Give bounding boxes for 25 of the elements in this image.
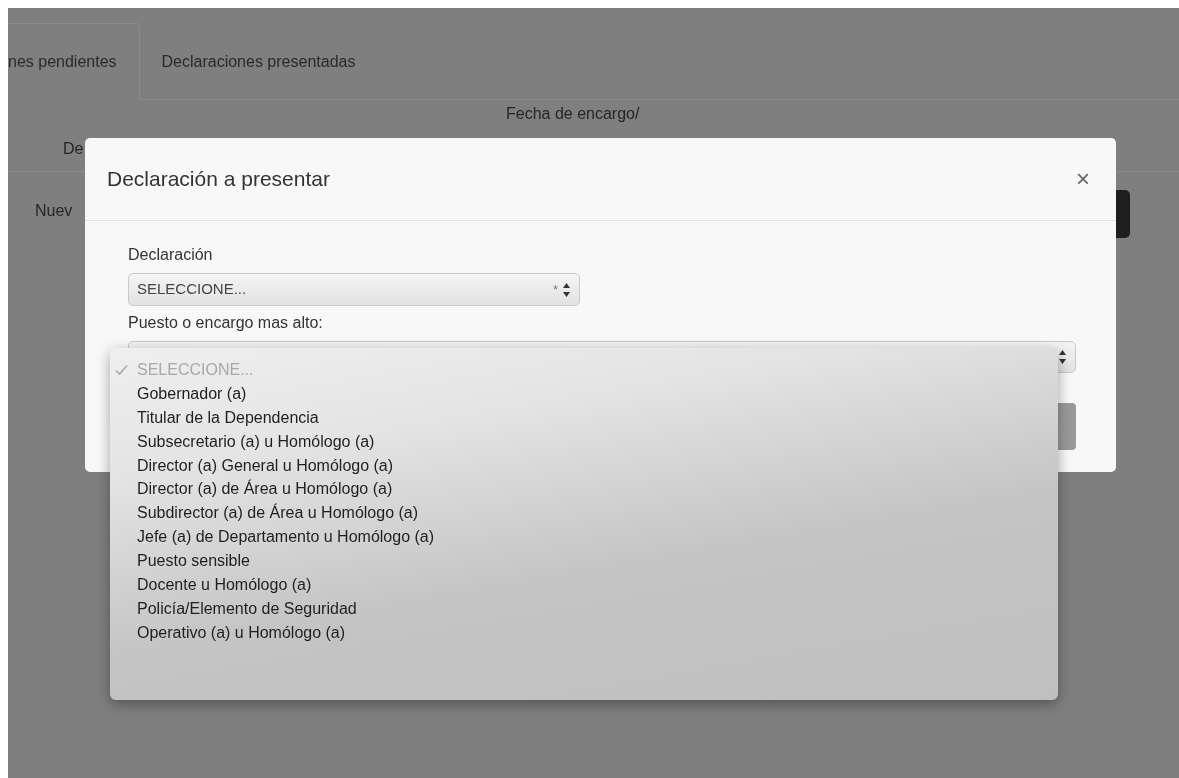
column-header: De — [63, 139, 84, 159]
field-label: Declaración — [128, 245, 214, 265]
dropdown-option[interactable]: Puesto sensible — [110, 549, 1058, 573]
dropdown-option[interactable]: Operativo (a) u Homólogo (a) — [110, 620, 1058, 645]
submit-button[interactable] — [1058, 403, 1076, 450]
dropdown-option[interactable]: Gobernador (a) — [110, 381, 1058, 406]
tab[interactable]: Declaraciones presentadas — [139, 23, 378, 100]
select-arrows-icon — [562, 281, 571, 298]
close-button[interactable]: × — [1072, 167, 1094, 191]
tab[interactable]: nes pendientes — [8, 23, 140, 100]
select-field[interactable]: SELECCIONE... * — [128, 273, 580, 306]
dropdown-option[interactable]: Policía/Elemento de Seguridad — [110, 596, 1058, 621]
dropdown-option[interactable]: Titular de la Dependencia — [110, 405, 1058, 430]
column-header: Fecha de encargo/ — [506, 104, 640, 124]
dropdown-option[interactable]: Docente u Homólogo (a) — [110, 573, 1058, 597]
select-arrows-icon — [1058, 349, 1067, 365]
dropdown-option[interactable]: Jefe (a) de Departamento u Homólogo (a) — [110, 525, 1058, 550]
field-label: Puesto o encargo mas alto: — [128, 313, 324, 333]
dropdown-option[interactable]: Subsecretario (a) u Homólogo (a) — [110, 429, 1058, 454]
dropdown-option[interactable]: Director (a) de Área u Homólogo (a) — [110, 477, 1058, 502]
table-cell-text: Nuev — [35, 201, 73, 221]
dropdown-option[interactable]: Director (a) General u Homólogo (a) — [110, 453, 1058, 478]
modal-title: Declaración a presentar — [107, 166, 330, 192]
check-icon — [115, 363, 128, 376]
dropdown-option[interactable]: Subdirector (a) de Área u Homólogo (a) — [110, 501, 1058, 526]
